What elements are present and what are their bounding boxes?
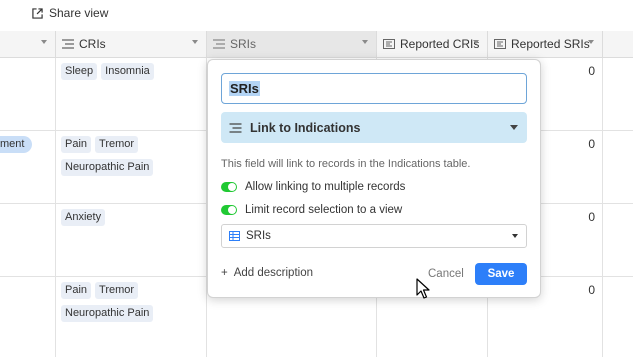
- chevron-down-icon[interactable]: [588, 40, 594, 44]
- view-select-label: SRIs: [246, 230, 271, 242]
- linked-record-pill[interactable]: ment: [0, 136, 33, 153]
- column-header-label: CRIs: [79, 37, 106, 51]
- plus-icon: +: [221, 267, 228, 279]
- share-icon: [32, 7, 43, 19]
- column-header-reported-sris[interactable]: Reported SRIs: [488, 31, 603, 57]
- column-header-sris[interactable]: SRIs: [207, 31, 377, 57]
- linked-record-pill[interactable]: Tremor: [95, 282, 139, 299]
- limit-view-label: Limit record selection to a view: [245, 204, 403, 216]
- cris-cell[interactable]: Pain Tremor Neuropathic Pain: [56, 277, 207, 357]
- column-header-primary[interactable]: [0, 31, 56, 57]
- chevron-down-icon[interactable]: [192, 40, 198, 44]
- primary-cell[interactable]: [0, 277, 56, 357]
- view-select[interactable]: SRIs: [221, 224, 527, 248]
- cris-cell[interactable]: Pain Tremor Neuropathic Pain: [56, 131, 207, 203]
- linked-record-pill[interactable]: Tremor: [95, 136, 139, 153]
- limit-view-option[interactable]: Limit record selection to a view: [221, 204, 402, 216]
- linked-record-pill[interactable]: Pain: [61, 136, 92, 153]
- column-header-reported-cris[interactable]: Reported CRIs: [377, 31, 488, 57]
- grid-view-icon: [229, 231, 240, 241]
- reported-sris-value: 0: [588, 283, 595, 297]
- linked-record-pill[interactable]: Pain: [61, 282, 92, 299]
- chevron-down-icon[interactable]: [510, 125, 518, 130]
- field-type-select[interactable]: Link to Indications: [221, 112, 527, 143]
- primary-cell[interactable]: [0, 204, 56, 276]
- multiselect-icon: [62, 39, 74, 49]
- allow-multiple-toggle[interactable]: [221, 182, 237, 192]
- allow-multiple-label: Allow linking to multiple records: [245, 181, 406, 193]
- reported-sris-value: 0: [588, 137, 595, 151]
- field-name-selection[interactable]: SRIs: [229, 81, 260, 96]
- view-toolbar: Share view: [0, 0, 633, 31]
- linked-record-pill[interactable]: Neuropathic Pain: [61, 305, 154, 322]
- allow-multiple-option[interactable]: Allow linking to multiple records: [221, 181, 405, 193]
- column-header-label: Reported CRIs: [400, 37, 480, 51]
- share-view-label: Share view: [49, 6, 109, 20]
- column-header-label: Reported SRIs: [511, 37, 590, 51]
- reported-sris-value: 0: [588, 64, 595, 78]
- share-view-button[interactable]: Share view: [32, 5, 108, 21]
- primary-cell[interactable]: [0, 58, 56, 130]
- multiselect-icon: [229, 122, 242, 133]
- reported-sris-value: 0: [588, 210, 595, 224]
- cancel-button[interactable]: Cancel: [428, 268, 464, 280]
- linked-record-pill[interactable]: Anxiety: [61, 209, 106, 226]
- cris-cell[interactable]: Sleep Insomnia: [56, 58, 207, 130]
- chevron-down-icon[interactable]: [362, 40, 368, 44]
- linked-record-pill[interactable]: Insomnia: [101, 63, 154, 80]
- column-header-label: SRIs: [230, 37, 257, 51]
- field-type-description: This field will link to records in the I…: [221, 158, 471, 170]
- linked-record-pill[interactable]: Neuropathic Pain: [61, 159, 154, 176]
- linked-record-pill[interactable]: Sleep: [61, 63, 98, 80]
- rollup-icon: [383, 39, 395, 49]
- field-type-label: Link to Indications: [250, 120, 361, 135]
- add-description-label: Add description: [233, 267, 313, 279]
- add-description-button[interactable]: + Add description: [221, 267, 313, 279]
- chevron-down-icon[interactable]: [512, 234, 518, 238]
- chevron-down-icon[interactable]: [473, 40, 479, 44]
- rollup-icon: [494, 39, 506, 49]
- primary-cell[interactable]: ment: [0, 131, 56, 203]
- mouse-cursor-icon: [416, 278, 430, 299]
- column-header-cris[interactable]: CRIs: [56, 31, 207, 57]
- grid-header: CRIs SRIs Reported CRIs Reported SRIs: [0, 31, 633, 58]
- field-name-input[interactable]: SRIs: [221, 73, 527, 104]
- cris-cell[interactable]: Anxiety: [56, 204, 207, 276]
- chevron-down-icon[interactable]: [41, 40, 47, 44]
- limit-view-toggle[interactable]: [221, 205, 237, 215]
- multiselect-icon: [213, 39, 225, 49]
- field-editor-popover: SRIs Link to Indications This field will…: [207, 59, 541, 298]
- save-button[interactable]: Save: [475, 263, 527, 285]
